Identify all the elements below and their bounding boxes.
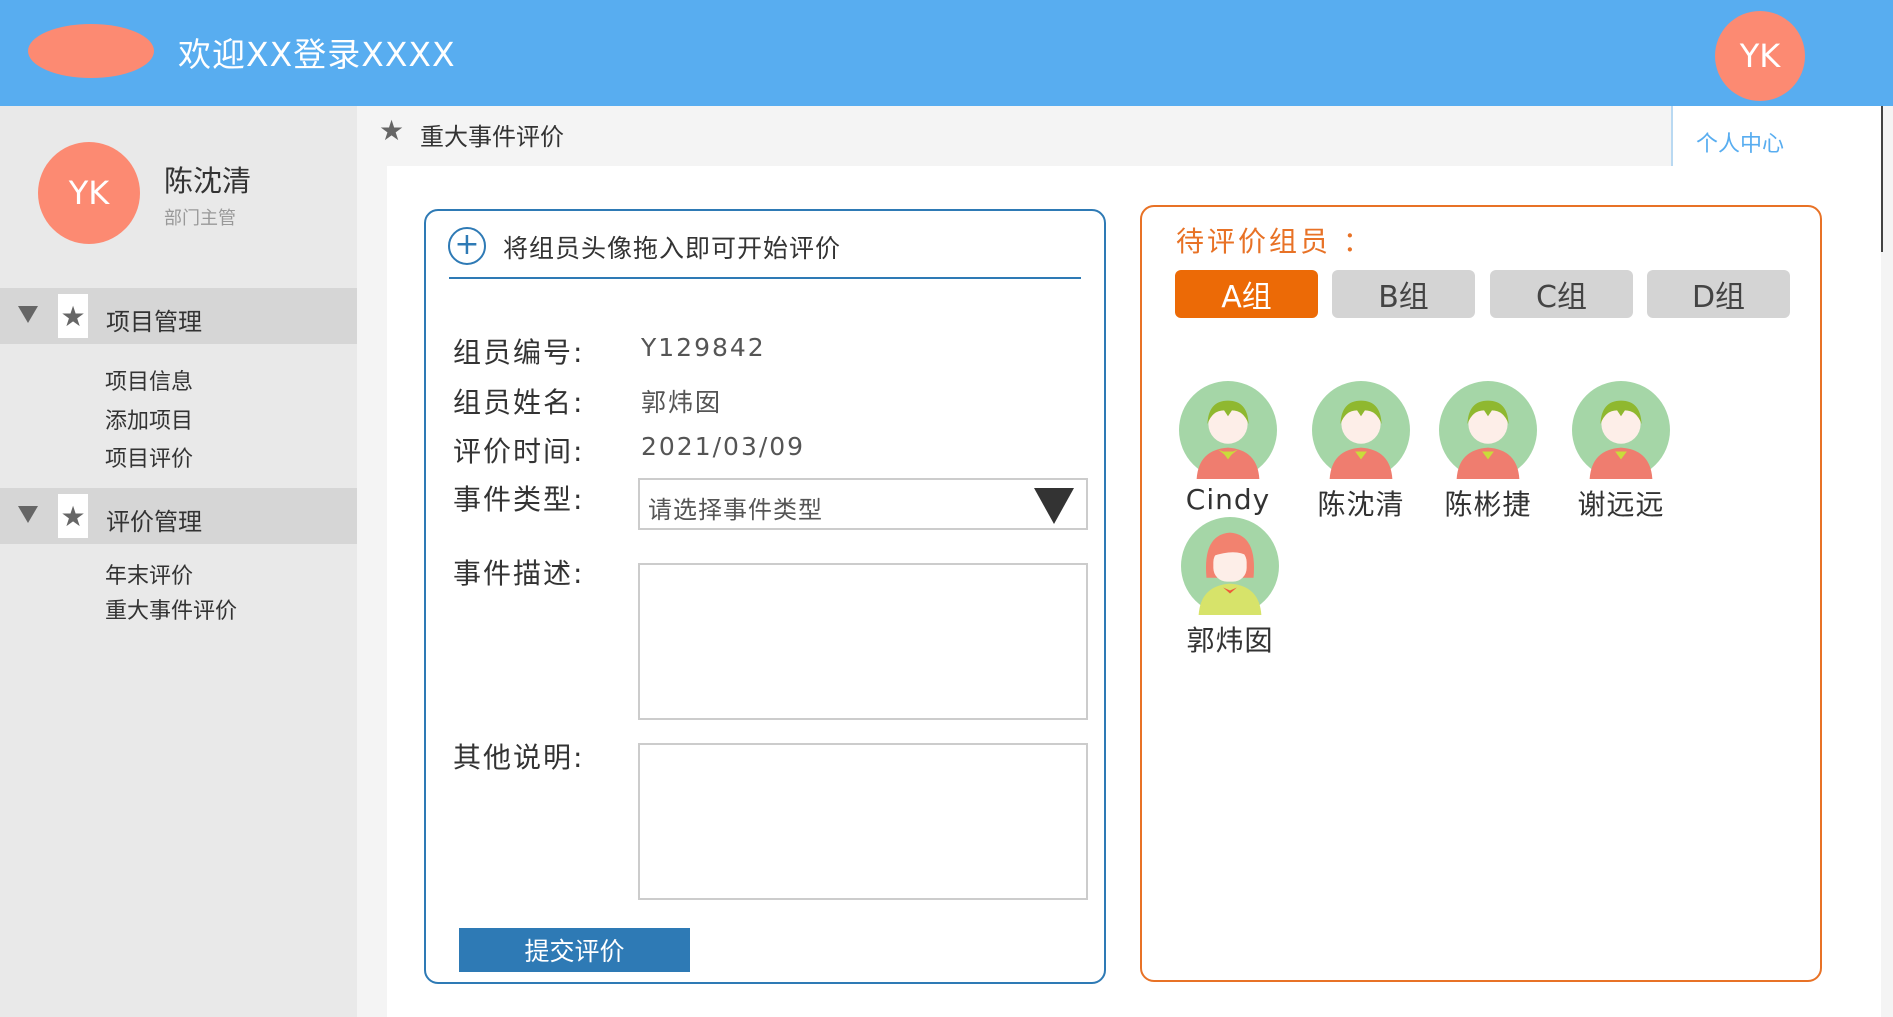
- tab-group-b[interactable]: B组: [1332, 270, 1475, 318]
- tab-group-c[interactable]: C组: [1490, 270, 1633, 318]
- member-name-value: 郭炜囡: [641, 388, 723, 417]
- other-notes-textarea[interactable]: [638, 743, 1088, 900]
- sidebar-item-project-info[interactable]: 项目信息: [105, 364, 193, 396]
- app-title: 欢迎XX登录XXXX: [178, 35, 456, 74]
- sidebar-group-project[interactable]: ★ 项目管理: [0, 288, 357, 344]
- member-card[interactable]: 谢远远: [1561, 381, 1681, 523]
- member-card[interactable]: Cindy: [1168, 381, 1288, 516]
- sidebar-group-label: 项目管理: [106, 308, 202, 336]
- sidebar-item-major-event-evaluation[interactable]: 重大事件评价: [105, 593, 237, 625]
- caret-down-icon[interactable]: [18, 306, 38, 323]
- logo[interactable]: [28, 24, 154, 78]
- star-icon: ★: [58, 494, 88, 538]
- drop-hint: 将组员头像拖入即可开始评价: [503, 234, 842, 263]
- personal-center-label: 个人中心: [1696, 132, 1785, 157]
- sidebar-item-year-end-evaluation[interactable]: 年末评价: [105, 558, 193, 590]
- sidebar-group-label: 评价管理: [106, 508, 202, 536]
- male-avatar-icon: [1439, 381, 1537, 479]
- user-role: 部门主管: [164, 208, 236, 229]
- user-avatar[interactable]: YK: [38, 142, 140, 244]
- member-name: 陈彬捷: [1444, 488, 1532, 521]
- eval-time-label: 评价时间:: [453, 435, 585, 468]
- sidebar-group-evaluation[interactable]: ★ 评价管理: [0, 488, 357, 544]
- sidebar: YK 陈沈清 部门主管 ★ 项目管理 项目信息 添加项目 项目评价 ★ 评价管理…: [0, 106, 357, 1017]
- member-id-label: 组员编号:: [453, 336, 585, 369]
- dropdown-arrow-icon[interactable]: [1034, 488, 1074, 524]
- event-type-label: 事件类型:: [453, 483, 585, 516]
- member-id-value: Y129842: [641, 333, 766, 362]
- sidebar-item-add-project[interactable]: 添加项目: [105, 403, 193, 435]
- male-avatar-icon: [1179, 381, 1277, 479]
- members-panel-title: 待评价组员 ：: [1176, 225, 1374, 258]
- star-icon: ★: [58, 294, 88, 338]
- header-avatar[interactable]: YK: [1715, 11, 1805, 101]
- event-type-select[interactable]: 请选择事件类型: [638, 478, 1088, 530]
- female-avatar-icon: [1181, 517, 1279, 615]
- member-name: Cindy: [1185, 483, 1271, 516]
- other-notes-label: 其他说明:: [453, 741, 585, 774]
- sidebar-item-project-evaluation[interactable]: 项目评价: [105, 441, 193, 473]
- tab-group-d[interactable]: D组: [1647, 270, 1790, 318]
- member-card[interactable]: 陈彬捷: [1428, 381, 1548, 523]
- event-desc-label: 事件描述:: [453, 557, 585, 590]
- member-name-label: 组员姓名:: [453, 386, 585, 419]
- personal-center-link[interactable]: 个人中心: [1671, 106, 1883, 166]
- event-type-placeholder: 请选择事件类型: [648, 496, 823, 524]
- top-header: 欢迎XX登录XXXX YK: [0, 0, 1893, 106]
- member-card[interactable]: 郭炜囡: [1170, 517, 1290, 659]
- event-desc-textarea[interactable]: [638, 563, 1088, 720]
- divider: [449, 277, 1081, 279]
- scrollbar[interactable]: [1869, 106, 1883, 252]
- member-card[interactable]: 陈沈清: [1301, 381, 1421, 523]
- breadcrumb: 重大事件评价: [420, 123, 564, 151]
- member-name: 郭炜囡: [1186, 624, 1274, 657]
- member-name: 陈沈清: [1317, 488, 1405, 521]
- user-name: 陈沈清: [164, 164, 252, 198]
- member-name: 谢远远: [1577, 488, 1665, 521]
- caret-down-icon[interactable]: [18, 506, 38, 523]
- eval-time-value: 2021/03/09: [641, 432, 806, 461]
- submit-evaluation-button[interactable]: 提交评价: [459, 928, 690, 972]
- tab-group-a[interactable]: A组: [1175, 270, 1318, 318]
- male-avatar-icon: [1572, 381, 1670, 479]
- male-avatar-icon: [1312, 381, 1410, 479]
- plus-circle-icon: +: [448, 227, 486, 265]
- star-icon: ★: [379, 114, 405, 147]
